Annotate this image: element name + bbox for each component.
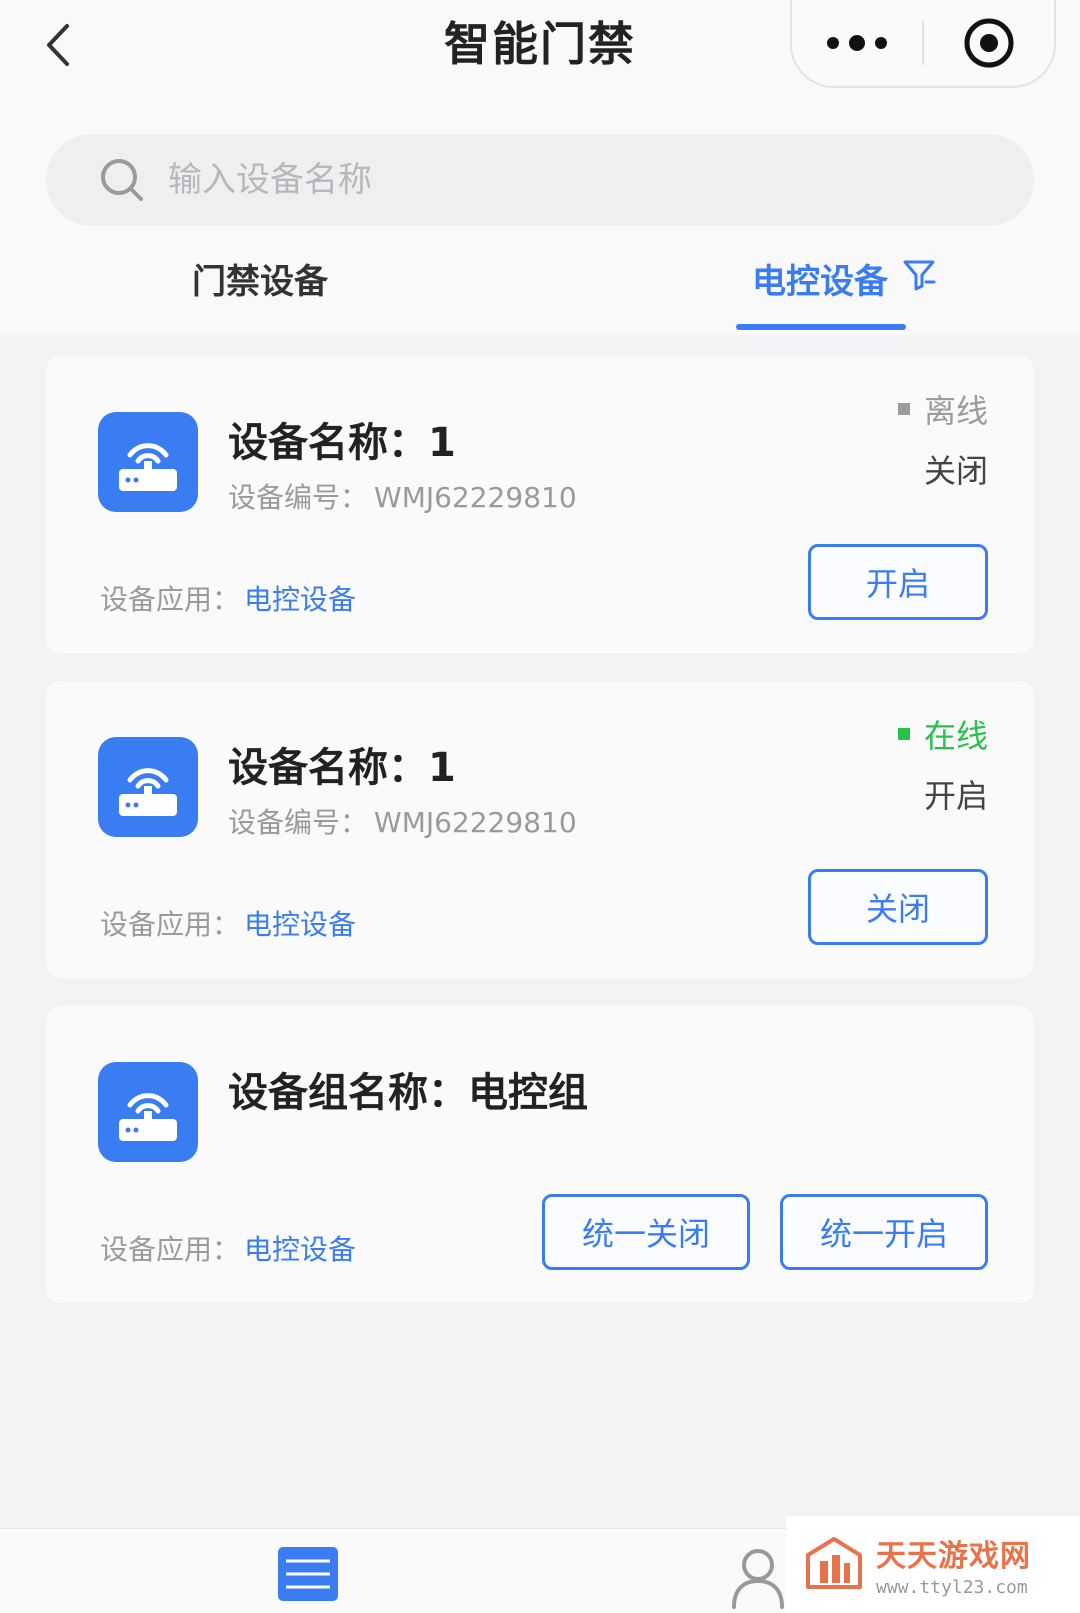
device-name: 设备名称：1 [228, 735, 456, 793]
switch-state: 关闭 [923, 452, 988, 490]
list-icon [278, 1547, 338, 1601]
device-code-label: 设备编号： [228, 481, 369, 514]
header-area: 智能门禁 输入设备名称 门禁设备 电控设备 [0, 0, 1080, 335]
device-name-label: 设备名称： [228, 745, 428, 791]
status-text: 离线 [923, 392, 988, 430]
device-card: 设备名称：1 设备编号： WMJ62229810 在线 开启 设备应用： 电控设备 … [46, 681, 1034, 978]
status-dot [897, 403, 910, 415]
watermark-title: 天天游戏网 [876, 1539, 1031, 1574]
group-name: 设备组名称：电控组 [228, 1060, 588, 1118]
navigation-bar: 智能门禁 [0, 0, 1080, 125]
site-watermark: 天天游戏网 www.ttyl23.com [786, 1516, 1080, 1613]
device-name-value: 1 [428, 745, 456, 791]
device-code-value: WMJ62229810 [374, 806, 577, 839]
active-tab-indicator [736, 324, 906, 330]
search-icon [101, 159, 143, 201]
device-name-label: 设备名称： [228, 420, 428, 466]
tab-label: 门禁设备 [192, 262, 328, 302]
device-application-label: 设备应用： [100, 908, 241, 941]
router-icon [98, 1062, 198, 1162]
router-icon [98, 737, 198, 837]
open-device-button[interactable]: 开启 [808, 544, 988, 620]
close-device-button[interactable]: 关闭 [808, 869, 988, 945]
switch-state: 开启 [923, 777, 988, 815]
house-logo-icon [806, 1536, 862, 1589]
device-name: 设备名称：1 [228, 410, 456, 468]
group-application-value: 电控设备 [244, 1233, 357, 1266]
device-application-label: 设备应用： [100, 583, 241, 616]
watermark-text: 天天游戏网 www.ttyl23.com [876, 1531, 1031, 1598]
status-text: 在线 [923, 717, 988, 755]
device-application-value: 电控设备 [244, 908, 357, 941]
close-all-button[interactable]: 统一关闭 [542, 1194, 750, 1270]
device-card: 设备名称：1 设备编号： WMJ62229810 离线 关闭 设备应用： 电控设备 … [46, 356, 1034, 653]
device-group-card: 设备组名称：电控组 设备应用： 电控设备 统一关闭 统一开启 [46, 1006, 1034, 1303]
tab-bar: 门禁设备 电控设备 [0, 240, 1080, 335]
mini-program-capsule [790, 0, 1056, 88]
tab-label: 电控设备 [752, 262, 888, 302]
tab-electric-control-devices[interactable]: 电控设备 [752, 254, 936, 334]
close-miniprogram-button[interactable] [924, 0, 1054, 87]
watermark-url: www.ttyl23.com [876, 1577, 1028, 1598]
tab-access-control-devices[interactable]: 门禁设备 [192, 254, 328, 334]
router-icon [98, 412, 198, 512]
device-code-label: 设备编号： [228, 806, 369, 839]
device-name-value: 1 [428, 420, 456, 466]
search-bar[interactable] [46, 134, 1034, 226]
group-name-value: 电控组 [468, 1070, 588, 1116]
device-code: 设备编号： WMJ62229810 [228, 801, 577, 841]
group-application: 设备应用： 电控设备 [100, 1228, 356, 1268]
more-dots-icon [827, 35, 887, 51]
status-badge: 离线 [897, 386, 988, 432]
page: 智能门禁 输入设备名称 门禁设备 电控设备 设备名称：1 设备编号： WMJ62… [0, 0, 1080, 1613]
group-name-label: 设备组名称： [228, 1070, 468, 1116]
device-application: 设备应用： 电控设备 [100, 578, 356, 618]
status-badge: 在线 [897, 711, 988, 757]
device-application: 设备应用： 电控设备 [100, 903, 356, 943]
group-application-label: 设备应用： [100, 1233, 241, 1266]
open-all-button[interactable]: 统一开启 [780, 1194, 988, 1270]
bottom-tab-list[interactable] [268, 1545, 348, 1613]
device-code-value: WMJ62229810 [374, 481, 577, 514]
more-button[interactable] [792, 0, 922, 87]
device-application-value: 电控设备 [244, 583, 357, 616]
filter-icon[interactable] [902, 258, 936, 292]
user-icon [732, 1549, 784, 1609]
search-input[interactable] [168, 160, 928, 200]
target-circle-icon [964, 18, 1014, 68]
status-dot [897, 728, 910, 740]
device-code: 设备编号： WMJ62229810 [228, 476, 577, 516]
